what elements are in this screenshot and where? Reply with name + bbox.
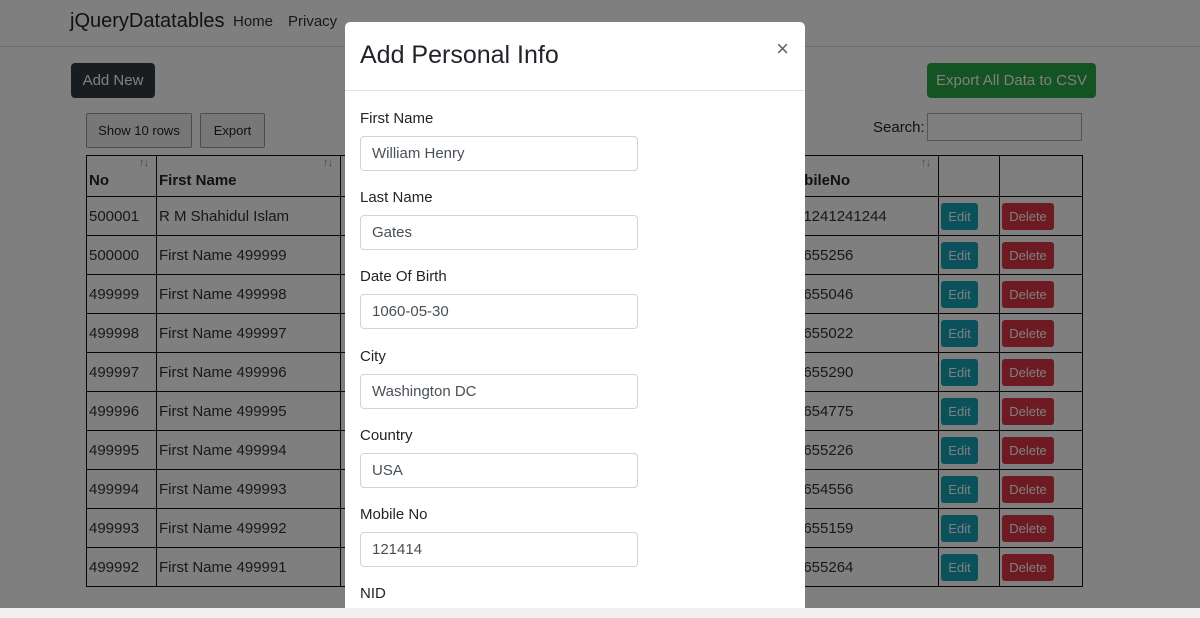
first-name-label: First Name [360, 110, 434, 127]
nid-label: NID [360, 585, 386, 602]
last-name-label: Last Name [360, 189, 433, 206]
last-name-field[interactable] [360, 215, 638, 250]
modal-title: Add Personal Info [360, 41, 559, 69]
add-personal-info-modal: Add Personal Info × First Name Last Name… [345, 22, 805, 608]
city-field[interactable] [360, 374, 638, 409]
modal-header: Add Personal Info × [345, 22, 805, 91]
footer-bar [0, 608, 1200, 618]
first-name-field[interactable] [360, 136, 638, 171]
country-field[interactable] [360, 453, 638, 488]
mobile-no-field[interactable] [360, 532, 638, 567]
country-label: Country [360, 427, 413, 444]
city-label: City [360, 348, 386, 365]
close-icon[interactable]: × [776, 38, 789, 60]
date-of-birth-label: Date Of Birth [360, 268, 447, 285]
date-of-birth-field[interactable] [360, 294, 638, 329]
mobile-no-label: Mobile No [360, 506, 428, 523]
